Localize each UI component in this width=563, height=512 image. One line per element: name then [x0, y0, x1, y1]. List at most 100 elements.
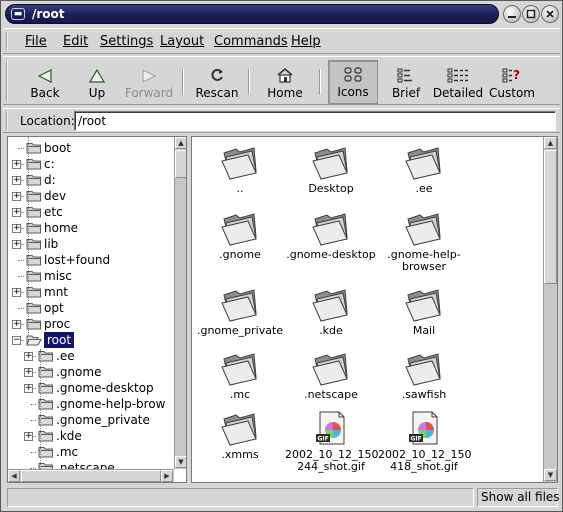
tree-item[interactable]: + proc: [8, 316, 174, 332]
window-menu-icon[interactable]: ▬: [11, 8, 25, 20]
tree-horizontal-scrollbar[interactable]: ◀ ▶: [8, 469, 174, 482]
menubar-grip[interactable]: [6, 32, 12, 51]
folder-item[interactable]: .sawfish: [378, 349, 470, 401]
tree-item[interactable]: lost+found: [8, 252, 174, 268]
icons-view-button[interactable]: Icons: [328, 60, 378, 104]
tree-vertical-scrollbar[interactable]: ▲ ▼: [174, 137, 186, 469]
menu-layout[interactable]: Layout: [160, 34, 204, 49]
tree-item[interactable]: + lib: [8, 236, 174, 252]
menu-file[interactable]: File: [25, 34, 47, 49]
tree-item[interactable]: + etc: [8, 204, 174, 220]
tree-item-label: d:: [44, 173, 56, 187]
folder-item[interactable]: .gnome: [194, 209, 286, 261]
tree-item[interactable]: + home: [8, 220, 174, 236]
expand-icon[interactable]: +: [24, 432, 33, 441]
folder-item[interactable]: .mc: [194, 349, 286, 401]
rescan-button[interactable]: Rescan: [193, 60, 241, 104]
tree-item[interactable]: opt: [8, 300, 174, 316]
expand-icon[interactable]: +: [12, 240, 21, 249]
title-pill[interactable]: ▬ /root: [5, 4, 499, 24]
expand-icon[interactable]: +: [12, 224, 21, 233]
expand-icon[interactable]: +: [12, 192, 21, 201]
folder-item[interactable]: .gnome_private: [194, 285, 286, 337]
tree-item[interactable]: − root: [8, 332, 174, 348]
folder-item[interactable]: ..: [194, 143, 286, 195]
locationbar-grip[interactable]: [6, 111, 12, 130]
file-name-label: .kde: [319, 324, 343, 337]
home-icon: [277, 68, 293, 83]
svg-text:GIF: GIF: [411, 436, 422, 443]
folder-item[interactable]: .xmms: [194, 409, 286, 461]
menu-edit[interactable]: Edit: [63, 34, 88, 49]
scroll-up-arrow-icon[interactable]: ▲: [175, 137, 186, 149]
expand-icon[interactable]: +: [24, 368, 33, 377]
home-button[interactable]: Home: [259, 60, 311, 104]
tree-item[interactable]: misc: [8, 268, 174, 284]
folder-item[interactable]: Desktop: [285, 143, 377, 195]
toolbar-grip[interactable]: [6, 60, 12, 102]
scroll-left-arrow-icon[interactable]: ◀: [8, 470, 20, 482]
tree-item[interactable]: + .kde: [8, 428, 174, 444]
scroll-down-arrow-icon[interactable]: ▼: [175, 456, 186, 468]
brief-view-button[interactable]: Brief: [383, 60, 429, 104]
tree-item[interactable]: + dev: [8, 188, 174, 204]
forward-button[interactable]: Forward: [123, 60, 175, 104]
maximize-button[interactable]: [522, 5, 540, 23]
brief-view-label: Brief: [391, 86, 421, 100]
tree-item[interactable]: + .ee: [8, 348, 174, 364]
brief-view-icon: [397, 68, 412, 83]
up-button[interactable]: Up: [73, 60, 121, 104]
tree-item[interactable]: + mnt: [8, 284, 174, 300]
tree-item-label: root: [44, 332, 75, 348]
scroll-up-arrow-icon[interactable]: ▲: [544, 137, 557, 149]
menu-settings[interactable]: Settings: [100, 34, 153, 49]
file-icons-view[interactable]: .. Desktop .ee .gnome .gnome-desktop .gnome-h…: [191, 136, 558, 483]
folder-icon: [194, 409, 286, 447]
expand-icon[interactable]: +: [24, 352, 33, 361]
folder-icon: [378, 143, 470, 181]
close-button[interactable]: [541, 5, 559, 23]
collapse-icon[interactable]: −: [12, 336, 21, 345]
tree-guide-line: [28, 137, 29, 337]
filter-status[interactable]: Show all files: [477, 488, 560, 507]
tree-item[interactable]: .gnome-help-brow: [8, 396, 174, 412]
folder-item[interactable]: .gnome-help- browser: [378, 209, 470, 273]
tree-item[interactable]: .mc: [8, 444, 174, 460]
icons-scroll-thumb[interactable]: [544, 150, 557, 284]
expand-icon[interactable]: +: [12, 160, 21, 169]
directory-tree[interactable]: boot + c: + d: + dev + etc + home + lib lost+found mis…: [7, 136, 187, 483]
folder-item[interactable]: .ee: [378, 143, 470, 195]
tree-scroll-thumb[interactable]: [175, 150, 186, 178]
file-item[interactable]: GIF 2002_10_12_150 418_shot.gif: [378, 409, 471, 473]
custom-view-button[interactable]: ? Custom: [487, 60, 537, 104]
tree-item[interactable]: + .gnome-desktop: [8, 380, 174, 396]
tree-item[interactable]: + .gnome: [8, 364, 174, 380]
menu-help[interactable]: Help: [291, 34, 321, 49]
tree-item[interactable]: + d:: [8, 172, 174, 188]
title-bar[interactable]: ▬ /root: [3, 3, 560, 25]
tree-hscroll-thumb[interactable]: [21, 470, 161, 482]
expand-icon[interactable]: +: [12, 288, 21, 297]
file-item[interactable]: GIF 2002_10_12_150 244_shot.gif: [285, 409, 378, 473]
expand-icon[interactable]: +: [12, 208, 21, 217]
tree-item[interactable]: boot: [8, 140, 174, 156]
expand-icon[interactable]: +: [12, 320, 21, 329]
tree-item[interactable]: .gnome_private: [8, 412, 174, 428]
expand-icon[interactable]: +: [24, 384, 33, 393]
menu-commands[interactable]: Commands: [214, 34, 288, 49]
expand-icon[interactable]: +: [12, 176, 21, 185]
icons-vertical-scrollbar[interactable]: ▲ ▼: [543, 137, 557, 482]
detailed-view-label: Detailed: [432, 86, 484, 100]
scroll-right-arrow-icon[interactable]: ▶: [161, 470, 173, 482]
folder-item[interactable]: .kde: [285, 285, 377, 337]
back-button[interactable]: Back: [21, 60, 69, 104]
folder-item[interactable]: .gnome-desktop: [285, 209, 377, 261]
folder-icon: [285, 349, 377, 387]
scroll-down-arrow-icon[interactable]: ▼: [544, 469, 557, 481]
minimize-button[interactable]: [503, 5, 521, 23]
folder-item[interactable]: .netscape: [285, 349, 377, 401]
folder-item[interactable]: Mail: [378, 285, 470, 337]
detailed-view-button[interactable]: Detailed: [432, 60, 484, 104]
tree-item[interactable]: + c:: [8, 156, 174, 172]
location-input[interactable]: [74, 111, 556, 131]
